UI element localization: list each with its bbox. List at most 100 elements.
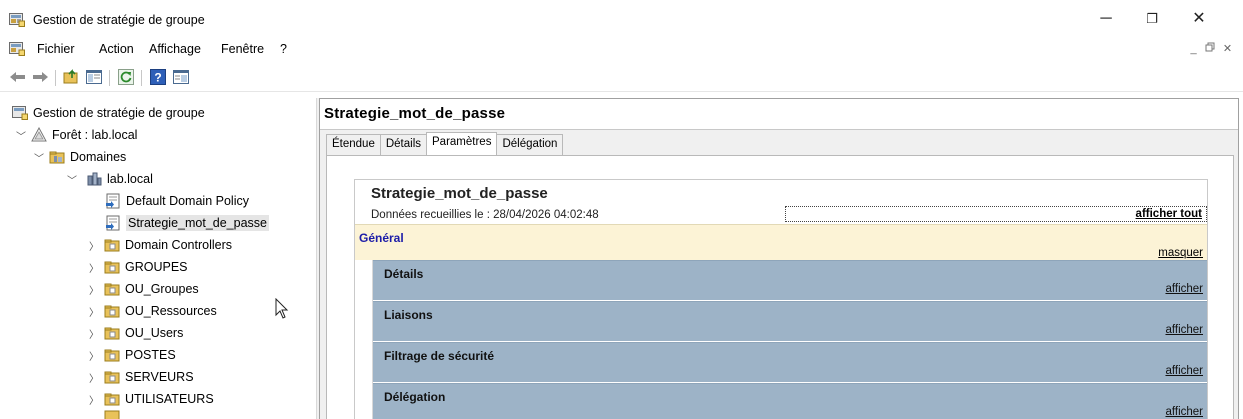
tree-label: OU_Ressources <box>125 304 217 318</box>
close-button[interactable]: ✕ <box>1184 6 1214 32</box>
svg-text:?: ? <box>154 71 161 85</box>
section-indent-rail <box>355 260 373 419</box>
refresh-icon[interactable] <box>116 67 136 87</box>
gpo-link-icon <box>105 215 121 231</box>
help-icon[interactable]: ? <box>148 67 168 87</box>
ou-icon <box>104 281 120 297</box>
mdi-close-button[interactable]: ✕ <box>1220 42 1235 57</box>
tree-label: Domain Controllers <box>125 238 232 252</box>
mouse-cursor-icon <box>275 297 289 323</box>
tree-label: Strategie_mot_de_passe <box>126 215 269 231</box>
chevron-right-icon[interactable]: 〉 <box>88 282 100 297</box>
section-details: Détails afficher <box>373 260 1207 300</box>
tree-label: Default Domain Policy <box>126 194 249 208</box>
tree-label: SERVEURS <box>125 370 194 384</box>
chevron-right-icon[interactable]: 〉 <box>88 326 100 341</box>
chevron-right-icon[interactable]: 〉 <box>88 260 100 275</box>
tree-item-ou[interactable]: 〉 GROUPES <box>88 256 188 278</box>
toolbar-separator <box>109 70 110 86</box>
chevron-right-icon[interactable]: 〉 <box>88 238 100 253</box>
minimize-button[interactable]: ─ <box>1091 6 1121 32</box>
section-label: Liaisons <box>384 308 433 322</box>
tree-item-ou[interactable]: 〉 POSTES <box>88 344 176 366</box>
menu-affichage[interactable]: Affichage <box>149 42 201 56</box>
domain-icon <box>86 171 102 187</box>
forest-icon <box>31 127 47 143</box>
ou-icon <box>104 347 120 363</box>
mdi-minimize-button[interactable]: _ <box>1186 42 1201 57</box>
gpo-title: Strategie_mot_de_passe <box>324 105 506 122</box>
tab-etendue[interactable]: Étendue <box>326 134 381 155</box>
ou-icon <box>104 391 120 407</box>
up-folder-icon[interactable] <box>61 67 81 87</box>
chevron-right-icon[interactable]: 〉 <box>88 370 100 385</box>
chevron-down-icon[interactable]: ﹀ <box>33 150 45 165</box>
menu-help[interactable]: ? <box>280 42 287 56</box>
toolbar: ? <box>0 62 1243 92</box>
toolbar-separator <box>141 70 142 86</box>
tree-label: lab.local <box>107 172 153 186</box>
back-arrow-icon[interactable] <box>8 67 28 87</box>
tab-parametres[interactable]: Paramètres <box>426 132 498 155</box>
chevron-right-icon[interactable]: 〉 <box>88 348 100 363</box>
tree-item-ou[interactable]: 〉 OU_Users <box>88 322 183 344</box>
section-label: Filtrage de sécurité <box>384 349 495 363</box>
tree-item-gpo-strategie[interactable]: Strategie_mot_de_passe <box>105 212 269 234</box>
section-label: Détails <box>384 267 424 281</box>
mdi-app-icon[interactable] <box>9 42 25 59</box>
domains-folder-icon <box>49 149 65 165</box>
tree-item-forest[interactable]: ﹀ Forêt : lab.local <box>15 124 137 146</box>
tree-item-gpo-default[interactable]: Default Domain Policy <box>105 190 249 212</box>
chevron-right-icon[interactable]: 〉 <box>88 392 100 407</box>
console-tree: Gestion de stratégie de groupe ﹀ Forêt :… <box>0 98 316 419</box>
tree-item-ou[interactable]: 〉 OU_Groupes <box>88 278 199 300</box>
tree-label: Domaines <box>70 150 127 164</box>
menu-fichier[interactable]: Fichier <box>37 42 75 56</box>
section-label: Délégation <box>384 390 446 404</box>
hide-link[interactable]: masquer <box>1158 247 1203 259</box>
details-pane: Strategie_mot_de_passe Étendue Détails P… <box>319 98 1239 419</box>
general-section: Général masquer <box>355 224 1207 260</box>
tree-label: OU_Groupes <box>125 282 199 296</box>
ou-icon <box>104 325 120 341</box>
chevron-down-icon[interactable]: ﹀ <box>15 128 27 143</box>
gpo-header: Strategie_mot_de_passe <box>320 99 1238 130</box>
show-link[interactable]: afficher <box>1165 283 1203 295</box>
show-link[interactable]: afficher <box>1165 324 1203 336</box>
menu-fenetre[interactable]: Fenêtre <box>221 42 264 56</box>
restore-button[interactable]: ❐ <box>1137 6 1167 32</box>
title-bar: Gestion de stratégie de groupe ─ ❐ ✕ <box>0 0 1243 38</box>
tree-item-ou[interactable]: 〉 SERVEURS <box>88 366 194 388</box>
tab-details[interactable]: Détails <box>379 134 428 155</box>
section-delegation: Délégation afficher <box>373 383 1207 419</box>
show-all-link[interactable]: afficher tout <box>785 206 1207 222</box>
general-section-label: Général <box>359 231 404 245</box>
chevron-right-icon[interactable]: 〉 <box>88 304 100 319</box>
menu-action[interactable]: Action <box>99 42 134 56</box>
show-link[interactable]: afficher <box>1165 365 1203 377</box>
properties-icon[interactable] <box>171 67 191 87</box>
ou-icon <box>104 259 120 275</box>
tree-item-root[interactable]: Gestion de stratégie de groupe <box>12 102 205 124</box>
mdi-controls: _ ✕ <box>1186 42 1235 57</box>
tree-item-ou[interactable]: 〉 Domain Controllers <box>88 234 232 256</box>
ou-icon <box>104 237 120 253</box>
tree-item-domains[interactable]: ﹀ Domaines <box>33 146 126 168</box>
show-hide-tree-icon[interactable] <box>84 67 104 87</box>
ou-icon <box>104 303 120 319</box>
report-date: Données recueillies le : 28/04/2026 04:0… <box>371 209 599 221</box>
tree-item-domain[interactable]: ﹀ lab.local <box>67 168 153 190</box>
ou-icon <box>104 369 120 385</box>
tree-item-ou[interactable]: 〉 UTILISATEURS <box>88 388 214 410</box>
tree-label: UTILISATEURS <box>125 392 214 406</box>
mdi-restore-button[interactable] <box>1203 42 1218 57</box>
tab-delegation[interactable]: Délégation <box>496 134 564 155</box>
show-link[interactable]: afficher <box>1165 406 1203 418</box>
forward-arrow-icon[interactable] <box>30 67 50 87</box>
menu-bar: Fichier Action Affichage Fenêtre ? _ ✕ <box>0 38 1243 60</box>
chevron-down-icon[interactable]: ﹀ <box>66 172 78 187</box>
tree-item-partial <box>104 410 125 419</box>
tab-strip: Étendue Détails Paramètres Délégation <box>326 132 564 155</box>
report-title: Strategie_mot_de_passe <box>371 185 548 202</box>
tree-item-ou[interactable]: 〉 OU_Ressources <box>88 300 217 322</box>
